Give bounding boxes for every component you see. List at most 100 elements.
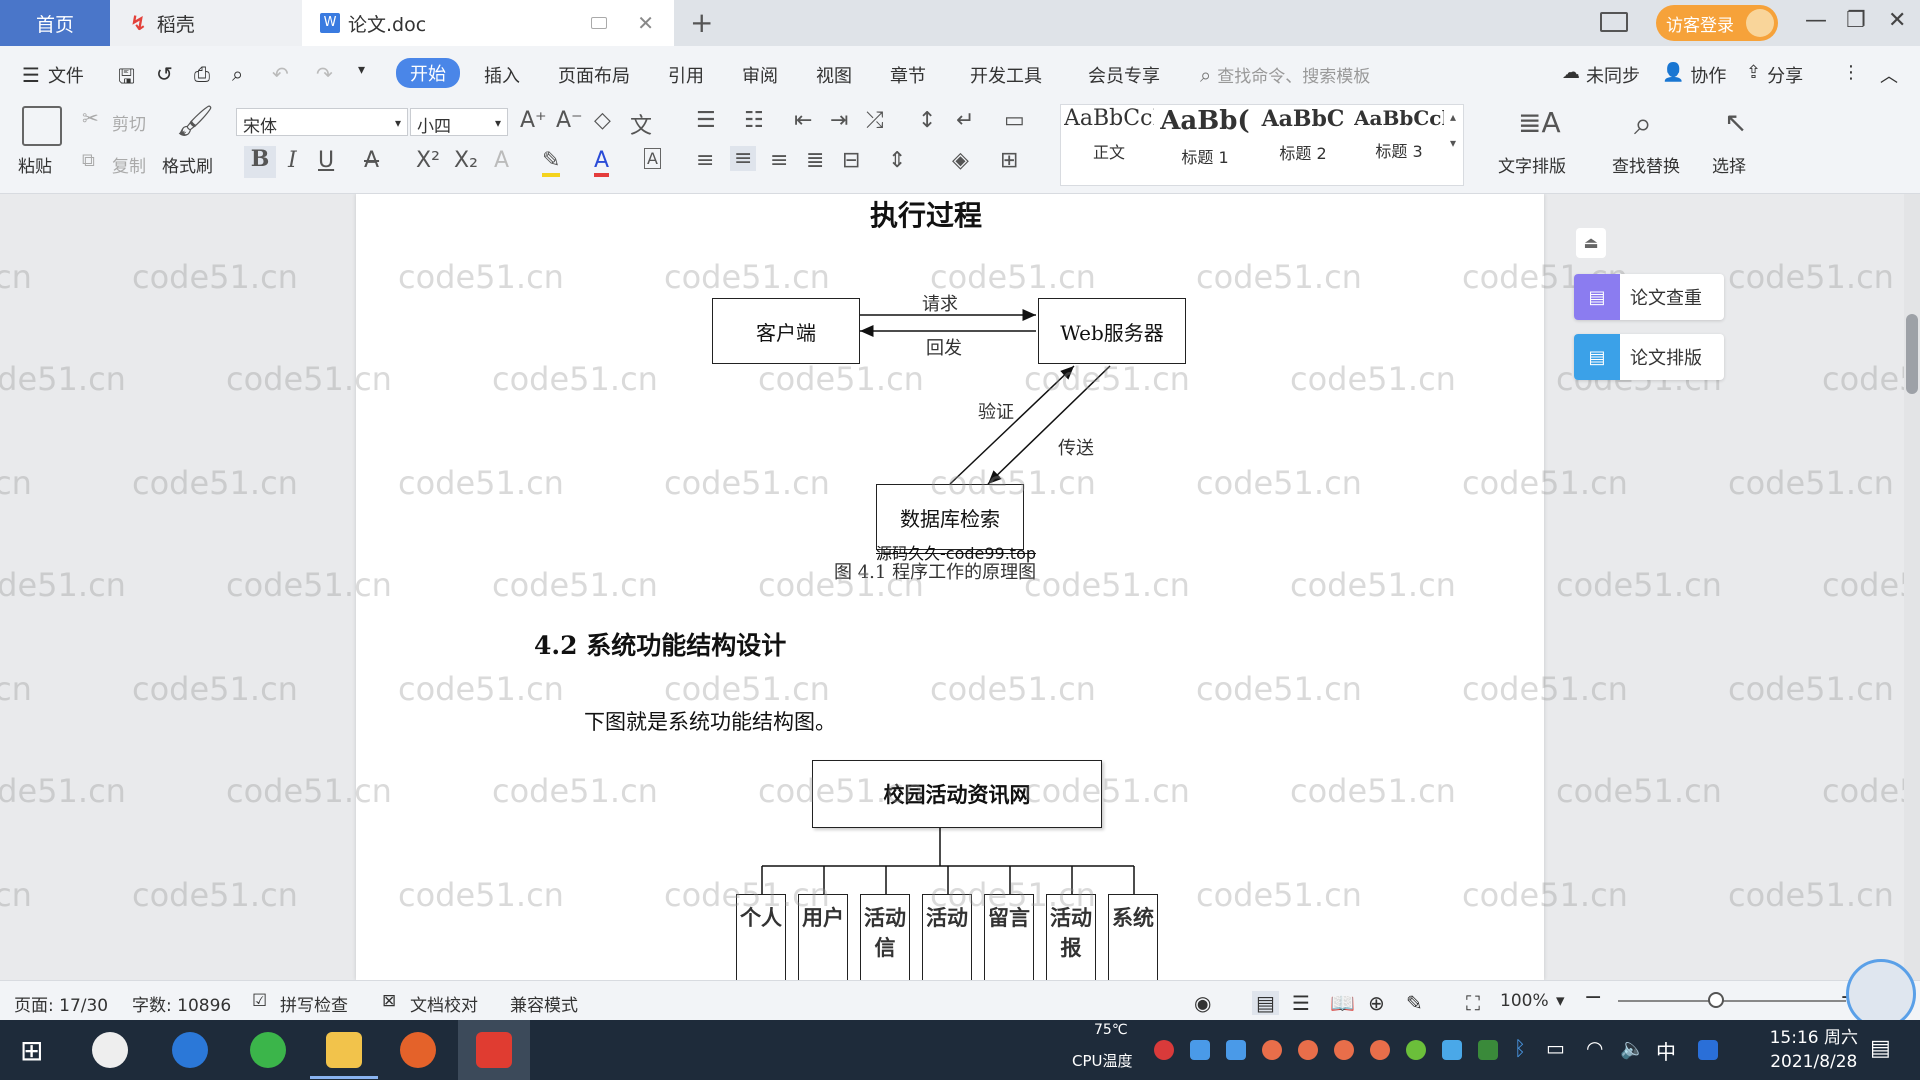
vertical-scrollbar[interactable] bbox=[1904, 194, 1920, 980]
minimize-button[interactable]: — bbox=[1805, 8, 1827, 33]
undo-icon[interactable]: ↶ bbox=[272, 62, 289, 86]
web-view-icon[interactable]: ⊕ bbox=[1368, 991, 1385, 1015]
window-close-button[interactable]: ✕ bbox=[1888, 8, 1906, 33]
chevron-down-icon[interactable]: ▾ bbox=[1556, 991, 1565, 1011]
shading-icon[interactable]: ◈ bbox=[952, 148, 969, 173]
style-scroll-down-icon[interactable]: ▾ bbox=[1450, 136, 1456, 150]
sort-icon[interactable]: ↕ bbox=[918, 108, 936, 133]
save-icon[interactable]: 🖫 bbox=[118, 62, 135, 96]
distribute-icon[interactable]: ⊟ bbox=[842, 148, 860, 173]
collapse-panel-icon[interactable]: ⏏ bbox=[1576, 228, 1606, 258]
360-browser-icon[interactable] bbox=[250, 1032, 286, 1068]
search-tray-icon[interactable] bbox=[1698, 1040, 1718, 1060]
format-painter-button[interactable]: 格式刷 bbox=[162, 152, 213, 177]
decrease-indent-icon[interactable]: ⇤ bbox=[794, 108, 812, 133]
sync-status[interactable]: ☁ 未同步 bbox=[1562, 62, 1640, 88]
tab-insert[interactable]: 插入 bbox=[484, 62, 520, 88]
font-name-select[interactable]: 宋体 ▾ bbox=[236, 108, 408, 137]
pen-icon[interactable]: ✎ bbox=[1406, 991, 1423, 1015]
chinese-layout-icon[interactable]: ⤮ bbox=[866, 108, 884, 133]
text-effect-icon[interactable]: A bbox=[494, 148, 509, 173]
system-clock[interactable]: 15:16 周六 2021/8/28 bbox=[1770, 1026, 1858, 1074]
highlight-icon[interactable]: ✎ bbox=[542, 148, 561, 177]
tab-member[interactable]: 会员专享 bbox=[1088, 62, 1160, 88]
tray-app-icon[interactable] bbox=[1190, 1040, 1210, 1060]
style-heading-3[interactable]: AaBbCcl 标题 3 bbox=[1354, 106, 1444, 184]
style-normal[interactable]: AaBbCcI 正文 bbox=[1064, 106, 1154, 184]
eye-protection-icon[interactable]: ◉ bbox=[1194, 991, 1211, 1015]
document-page[interactable]: 执行过程 客户端 Web服务器 数据库检索 请求 回发 验证 传送 源码久久-c… bbox=[356, 194, 1544, 980]
assistant-avatar[interactable] bbox=[1846, 959, 1916, 1029]
strikethrough-icon[interactable]: A bbox=[364, 148, 379, 173]
style-heading-2[interactable]: AaBbC 标题 2 bbox=[1258, 106, 1348, 184]
qq-icon[interactable] bbox=[1370, 1040, 1390, 1060]
close-tab-icon[interactable]: ✕ bbox=[637, 11, 654, 35]
style-scroll-up-icon[interactable]: ▴ bbox=[1450, 110, 1456, 124]
doc-proof-button[interactable]: 文档校对 bbox=[410, 991, 478, 1016]
tray-app-icon[interactable] bbox=[1442, 1040, 1462, 1060]
tray-app-icon[interactable] bbox=[1154, 1040, 1174, 1060]
numbered-list-icon[interactable]: ☷ bbox=[744, 108, 764, 133]
line-spacing-icon[interactable]: ⇕ bbox=[888, 148, 906, 173]
ie-browser-icon[interactable] bbox=[172, 1032, 208, 1068]
cut-button[interactable]: 剪切 bbox=[112, 110, 146, 135]
tab-daoke[interactable]: ↯ 稻壳 bbox=[110, 0, 302, 46]
style-heading-1[interactable]: AaBb( 标题 1 bbox=[1160, 106, 1250, 184]
zoom-level[interactable]: 100% bbox=[1500, 991, 1549, 1011]
tray-app-icon[interactable] bbox=[1406, 1040, 1426, 1060]
superscript-icon[interactable]: X² bbox=[416, 148, 440, 173]
tab-start[interactable]: 开始 bbox=[396, 58, 460, 88]
paper-layout-button[interactable]: ▤ 论文排版 bbox=[1574, 334, 1724, 380]
fan-app-icon[interactable] bbox=[92, 1032, 128, 1068]
bluetooth-icon[interactable]: ᛒ bbox=[1514, 1036, 1526, 1060]
windows-start-icon[interactable]: ⊞ bbox=[20, 1034, 43, 1067]
print-icon[interactable]: ⎙ bbox=[194, 62, 210, 86]
word-count[interactable]: 字数: 10896 bbox=[132, 991, 231, 1016]
underline-icon[interactable]: U bbox=[318, 148, 334, 173]
borders-icon[interactable]: ⊞ bbox=[1000, 148, 1018, 173]
shrink-font-icon[interactable]: A⁻ bbox=[556, 108, 583, 133]
zoom-slider-track[interactable] bbox=[1618, 1000, 1846, 1002]
italic-icon[interactable]: I bbox=[288, 148, 297, 173]
font-size-select[interactable]: 小四 ▾ bbox=[410, 108, 508, 137]
more-options-icon[interactable]: ⋮ bbox=[1842, 62, 1860, 83]
text-layout-button[interactable]: 文字排版 bbox=[1498, 152, 1566, 177]
battery-icon[interactable]: ▭ bbox=[1546, 1036, 1565, 1060]
restore-button[interactable]: ❐ bbox=[1846, 8, 1866, 33]
tab-review[interactable]: 审阅 bbox=[742, 62, 778, 88]
page-indicator[interactable]: 页面: 17/30 bbox=[14, 991, 108, 1016]
share-button[interactable]: ⇪ 分享 bbox=[1746, 62, 1803, 88]
file-menu[interactable]: ☰ 文件 bbox=[22, 62, 84, 88]
line-break-icon[interactable]: ↵ bbox=[956, 108, 974, 133]
new-tab-button[interactable]: + bbox=[690, 6, 713, 39]
find-replace-button[interactable]: 查找替换 bbox=[1612, 152, 1680, 177]
undo-history-icon[interactable]: ↺ bbox=[156, 62, 173, 86]
align-center-icon[interactable]: ≡ bbox=[730, 146, 757, 171]
qq-icon[interactable] bbox=[1334, 1040, 1354, 1060]
file-explorer-icon[interactable] bbox=[326, 1032, 362, 1068]
tab-developer[interactable]: 开发工具 bbox=[970, 62, 1042, 88]
layout-icon[interactable] bbox=[1600, 12, 1628, 32]
tab-document[interactable]: W 论文.doc ✕ bbox=[302, 0, 674, 46]
collaborate-button[interactable]: 👤 协作 bbox=[1662, 62, 1726, 88]
copy-button[interactable]: 复制 bbox=[112, 152, 146, 177]
qq-icon[interactable] bbox=[1298, 1040, 1318, 1060]
bold-icon[interactable]: B bbox=[244, 146, 276, 178]
ime-indicator[interactable]: 中 bbox=[1656, 1036, 1676, 1065]
font-color-icon[interactable]: A bbox=[594, 148, 610, 177]
notification-icon[interactable]: ▤ bbox=[1870, 1036, 1891, 1061]
monitor-icon[interactable] bbox=[591, 17, 608, 29]
align-right-icon[interactable]: ≡ bbox=[770, 148, 788, 173]
tab-page-layout[interactable]: 页面布局 bbox=[558, 62, 630, 88]
game-app-icon[interactable] bbox=[400, 1032, 436, 1068]
paste-icon[interactable] bbox=[22, 106, 62, 146]
character-border-icon[interactable]: A bbox=[644, 148, 661, 169]
align-left-icon[interactable]: ≡ bbox=[696, 148, 714, 173]
quick-access-dropdown-icon[interactable]: ▾ bbox=[358, 62, 365, 78]
outline-view-icon[interactable]: ☰ bbox=[1292, 991, 1310, 1015]
zoom-out-icon[interactable]: − bbox=[1584, 985, 1602, 1010]
volume-icon[interactable]: 🔈 bbox=[1620, 1036, 1645, 1060]
command-search[interactable]: ⌕ 查找命令、搜索模板 bbox=[1200, 62, 1370, 88]
select-button[interactable]: 选择 bbox=[1712, 152, 1746, 177]
increase-indent-icon[interactable]: ⇥ bbox=[830, 108, 848, 133]
